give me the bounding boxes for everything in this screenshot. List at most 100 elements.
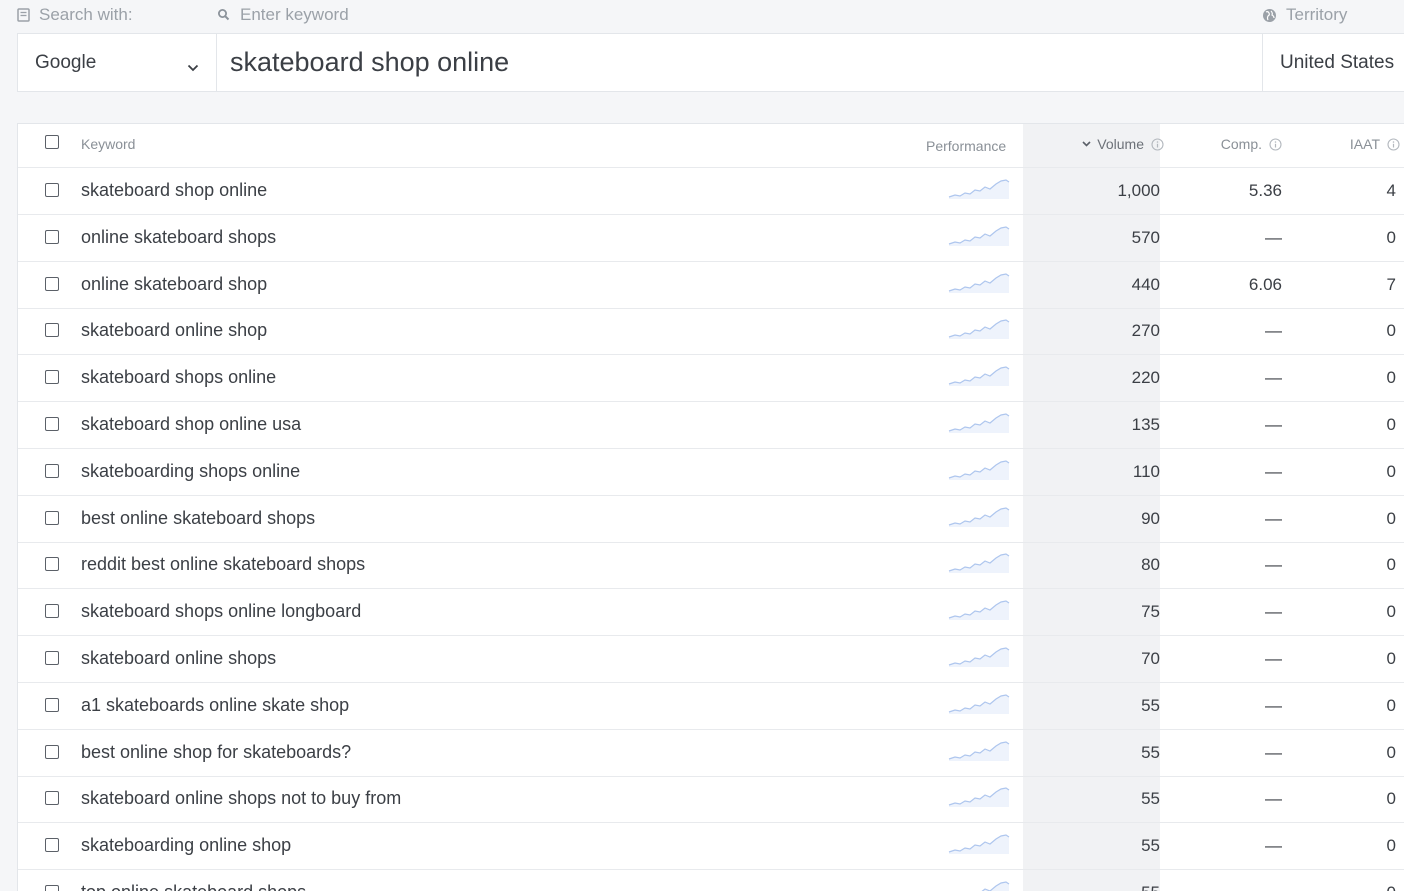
comp-cell: — xyxy=(1265,415,1282,434)
table-row[interactable]: skateboard online shops not to buy from 5… xyxy=(18,776,1404,824)
comp-cell: 5.36 xyxy=(1248,181,1282,200)
keyword-cell[interactable]: skateboard online shop xyxy=(81,320,267,341)
iaat-cell: 0 xyxy=(1386,321,1396,341)
volume-cell: 55 xyxy=(1141,836,1160,856)
row-checkbox[interactable] xyxy=(45,417,59,431)
comp-cell: — xyxy=(1265,555,1282,575)
row-checkbox[interactable] xyxy=(45,604,59,619)
search-bar: Google United States xyxy=(17,33,1404,92)
performance-sparkline xyxy=(948,412,1010,439)
sort-desc-icon xyxy=(1082,141,1091,147)
volume-cell: 80 xyxy=(1141,555,1160,575)
performance-sparkline xyxy=(948,272,1010,299)
table-row[interactable]: skateboard shop online 1,000 5.36 4 xyxy=(18,168,1404,215)
info-icon[interactable] xyxy=(1269,137,1282,151)
row-checkbox[interactable] xyxy=(45,370,59,385)
row-checkbox[interactable] xyxy=(45,697,59,712)
row-checkbox[interactable] xyxy=(45,885,59,891)
list-icon xyxy=(17,8,30,22)
iaat-cell: 0 xyxy=(1386,695,1396,715)
iaat-cell: 0 xyxy=(1386,508,1396,528)
table-row[interactable]: skateboarding shops online 110 — 0 xyxy=(18,449,1404,496)
volume-cell: 110 xyxy=(1132,461,1160,481)
performance-sparkline xyxy=(948,740,1010,767)
table-row[interactable]: skateboard shops online 220 — 0 xyxy=(18,355,1404,403)
row-checkbox[interactable] xyxy=(45,276,59,291)
volume-column-header[interactable]: Volume xyxy=(1082,136,1164,152)
enter-keyword-label: Enter keyword xyxy=(217,5,349,25)
keyword-cell[interactable]: best online shop for skateboards? xyxy=(81,742,351,763)
search-engine-select[interactable]: Google xyxy=(17,34,217,91)
keyword-cell[interactable]: skateboarding shops online xyxy=(81,461,300,482)
table-row[interactable]: skateboard online shops 70 — 0 xyxy=(18,636,1404,683)
table-row[interactable]: skateboard shops online longboard 75 — 0 xyxy=(18,589,1404,637)
performance-sparkline xyxy=(948,786,1010,813)
keyword-cell[interactable]: skateboard shops online longboard xyxy=(81,601,361,622)
keyword-cell[interactable]: online skateboard shop xyxy=(81,274,267,295)
row-checkbox[interactable] xyxy=(45,510,59,525)
row-checkbox[interactable] xyxy=(45,791,59,806)
comp-cell: — xyxy=(1265,508,1282,528)
select-all-checkbox[interactable] xyxy=(45,135,59,149)
table-row[interactable]: best online shop for skateboards? 55 — 0 xyxy=(18,730,1404,777)
comp-cell: — xyxy=(1265,461,1282,481)
volume-cell: 55 xyxy=(1141,789,1160,809)
table-row[interactable]: best online skateboard shops 90 — 0 xyxy=(18,496,1404,543)
row-checkbox[interactable] xyxy=(45,183,59,197)
table-row[interactable]: skateboard shop online usa 135 — 0 xyxy=(18,402,1404,449)
chevron-down-icon xyxy=(187,56,199,78)
iaat-cell: 0 xyxy=(1386,555,1396,575)
volume-cell: 270 xyxy=(1131,321,1160,341)
keyword-cell[interactable]: skateboard shop online usa xyxy=(81,414,301,435)
iaat-cell: 4 xyxy=(1386,181,1396,200)
keyword-input[interactable] xyxy=(217,34,1262,91)
comp-column-header[interactable]: Comp. xyxy=(1221,136,1282,152)
table-row[interactable]: a1 skateboards online skate shop 55 — 0 xyxy=(18,683,1404,730)
table-row[interactable]: skateboard online shop 270 — 0 xyxy=(18,308,1404,356)
performance-sparkline xyxy=(948,833,1010,860)
keyword-cell[interactable]: skateboarding online shop xyxy=(81,835,291,856)
row-checkbox[interactable] xyxy=(45,744,59,759)
keyword-cell[interactable]: skateboard online shops xyxy=(81,648,276,669)
info-icon[interactable] xyxy=(1151,137,1164,151)
comp-cell: — xyxy=(1265,227,1282,247)
iaat-cell: 0 xyxy=(1386,461,1396,481)
keyword-cell[interactable]: reddit best online skateboard shops xyxy=(81,554,365,575)
table-header-row: Keyword Performance Volume Comp. IAAT xyxy=(18,124,1404,168)
keyword-cell[interactable]: a1 skateboards online skate shop xyxy=(81,695,349,716)
table-row[interactable]: top online skateboard shops55—0 xyxy=(18,870,1404,891)
comp-cell: — xyxy=(1265,695,1282,715)
performance-sparkline xyxy=(948,506,1010,533)
iaat-column-header[interactable]: IAAT xyxy=(1350,136,1400,152)
row-checkbox[interactable] xyxy=(45,557,59,572)
keyword-cell[interactable]: online skateboard shops xyxy=(81,227,276,248)
table-row[interactable]: online skateboard shops 570 — 0 xyxy=(18,215,1404,262)
keyword-column-header[interactable]: Keyword xyxy=(81,136,135,152)
row-checkbox[interactable] xyxy=(45,229,59,244)
iaat-cell: 0 xyxy=(1386,415,1396,434)
territory-select[interactable]: United States xyxy=(1262,34,1404,91)
performance-sparkline xyxy=(948,552,1010,579)
table-row[interactable]: reddit best online skateboard shops 80 — 0 xyxy=(18,542,1404,590)
performance-sparkline xyxy=(948,459,1010,486)
comp-cell: — xyxy=(1265,836,1282,856)
row-checkbox[interactable] xyxy=(45,463,59,478)
row-checkbox[interactable] xyxy=(45,323,59,338)
performance-sparkline xyxy=(948,225,1010,252)
keyword-cell[interactable]: skateboard online shops not to buy from xyxy=(81,788,401,809)
keyword-cell[interactable]: best online skateboard shops xyxy=(81,508,315,529)
performance-sparkline xyxy=(948,646,1010,673)
territory-label: Territory xyxy=(1262,5,1347,25)
table-row[interactable]: online skateboard shop 440 6.06 7 xyxy=(18,262,1404,309)
keyword-cell[interactable]: skateboard shops online xyxy=(81,367,276,388)
info-icon[interactable] xyxy=(1387,137,1400,151)
comp-cell: — xyxy=(1265,321,1282,341)
search-icon xyxy=(217,8,231,22)
row-checkbox[interactable] xyxy=(45,651,59,665)
performance-sparkline xyxy=(948,178,1010,205)
table-row[interactable]: skateboarding online shop 55 — 0 xyxy=(18,823,1404,871)
keyword-cell[interactable]: skateboard shop online xyxy=(81,180,267,201)
row-checkbox[interactable] xyxy=(45,838,59,853)
keyword-table: Keyword Performance Volume Comp. IAAT sk… xyxy=(17,123,1404,891)
iaat-cell: 0 xyxy=(1386,602,1396,622)
